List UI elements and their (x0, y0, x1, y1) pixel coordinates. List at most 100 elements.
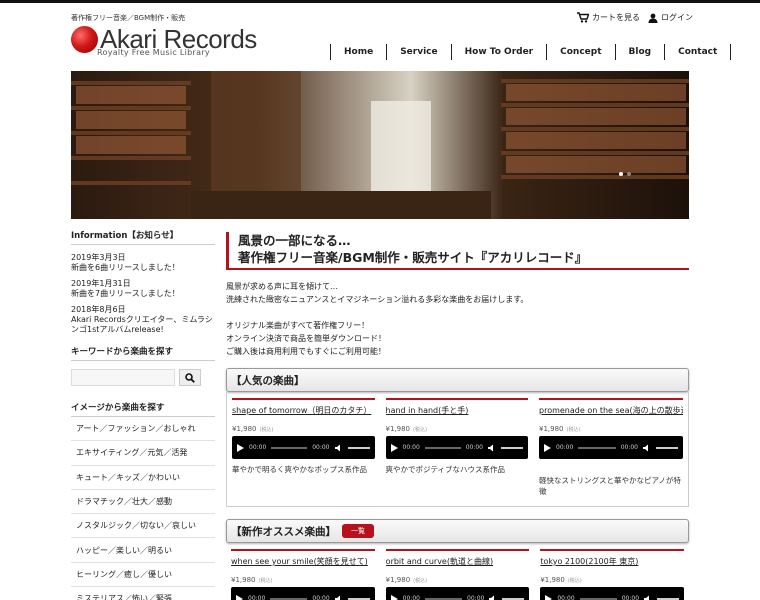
volume-icon[interactable] (489, 595, 497, 600)
news-item[interactable]: 2019年1月31日 新曲を7曲リリースしました！ (71, 279, 215, 299)
play-icon[interactable] (236, 594, 243, 600)
song-card: orbit and curve(軌道と曲線) ¥1,980 (税込) 00:00 … (385, 549, 530, 600)
view-all-button[interactable]: 一覧 (342, 524, 374, 538)
volume-icon[interactable] (334, 595, 343, 600)
category-mysterious[interactable]: ミステリアス／怖い／緊張 (71, 587, 215, 600)
current-time: 00:00 (557, 595, 575, 600)
song-card: hand in hand(手と手) ¥1,980 (税込) 00:00 00:00… (385, 398, 529, 497)
volume-slider[interactable] (657, 597, 680, 600)
category-nostalgic[interactable]: ノスタルジック／切ない／哀しい (71, 514, 215, 539)
song-price: ¥1,980 (税込) (231, 576, 273, 584)
news-item[interactable]: 2019年3月3日 新曲を6曲リリースしました！ (71, 253, 215, 273)
audio-player[interactable]: 00:00 00:00 (385, 436, 528, 459)
audio-player[interactable]: 00:00 00:00 (232, 436, 375, 459)
audio-player[interactable]: 00:00 00:00 (540, 587, 685, 600)
category-exciting[interactable]: エキサイティング／元気／活発 (71, 441, 215, 466)
nav-how-to-order[interactable]: How To Order (450, 44, 547, 60)
news-text: Akari Recordsクリエイター、ミムラシンゴ1stアルバムrelease… (71, 315, 213, 334)
category-art[interactable]: アート／ファッション／おしゃれ (71, 417, 215, 442)
play-icon[interactable] (545, 594, 553, 600)
seek-bar[interactable] (579, 597, 617, 600)
duration: 00:00 (312, 444, 330, 451)
song-card: when see your smile(笑顔を見せて) ¥1,980 (税込) 0… (231, 549, 375, 600)
category-dramatic[interactable]: ドラマチック／壮大／感動 (71, 490, 215, 515)
category-happy[interactable]: ハッピー／楽しい／明るい (71, 538, 215, 563)
current-time: 00:00 (556, 444, 574, 451)
play-icon[interactable] (544, 443, 551, 452)
news-text: 新曲を7曲リリースしました！ (71, 289, 180, 298)
play-icon[interactable] (390, 594, 398, 600)
nav-concept[interactable]: Concept (546, 44, 614, 60)
title-line-1: 風景の一部になる… (238, 233, 351, 248)
search-icon (185, 372, 195, 383)
user-icon (648, 13, 658, 23)
news-date: 2018年8月6日 (71, 305, 126, 314)
song-title[interactable]: shape of tomorrow（明日のカタチ） (232, 405, 375, 419)
song-price: ¥1,980 (税込) (232, 425, 274, 433)
volume-icon[interactable] (488, 444, 496, 452)
song-price: ¥1,980 (税込) (540, 576, 582, 584)
sidebar: Information【お知らせ】 2019年3月3日 新曲を6曲リリースしまし… (71, 229, 215, 600)
news-text: 新曲を6曲リリースしました！ (71, 263, 180, 272)
intro-text: 風景が求める声に耳を傾けて… 洗練された緻密なニュアンスとイマジネーション溢れる… (226, 280, 689, 358)
new-header: 【新作オススメ楽曲】 一覧 (226, 519, 689, 543)
main-nav: Home Service How To Order Concept Blog C… (330, 44, 732, 60)
song-description: 華やかで明るく爽やかなポップス系作品 (232, 465, 367, 474)
cart-link[interactable]: カートを見る (577, 12, 640, 23)
seek-bar[interactable] (271, 446, 308, 449)
page-title: 風景の一部になる… 著作権フリー音楽/BGM制作・販売サイト『アカリレコード』 (226, 232, 689, 270)
search-button[interactable] (179, 369, 201, 386)
seek-bar[interactable] (424, 597, 463, 600)
logo-mark (71, 26, 98, 53)
song-title[interactable]: hand in hand(手と手) (386, 405, 529, 419)
logo-subtitle: Royalty Free Music Library (97, 48, 210, 57)
category-cute[interactable]: キュート／キッズ／かわいい (71, 466, 215, 490)
volume-icon[interactable] (334, 444, 343, 452)
volume-icon[interactable] (643, 444, 651, 452)
top-bar (0, 0, 760, 3)
audio-player[interactable]: 00:00 00:00 (539, 436, 683, 459)
site-tagline: 著作権フリー音楽／BGM制作・販売 (71, 14, 186, 22)
volume-slider[interactable] (347, 446, 370, 449)
popular-header: 【人気の楽曲】 (226, 368, 689, 392)
song-title[interactable]: tokyo 2100(2100年 東京) (540, 556, 684, 570)
search-form (71, 369, 215, 386)
login-link[interactable]: ログイン (648, 12, 693, 23)
category-healing[interactable]: ヒーリング／癒し／優しい (71, 563, 215, 588)
search-title: キーワードから楽曲を探す (71, 345, 215, 361)
nav-service[interactable]: Service (386, 44, 450, 60)
song-title[interactable]: orbit and curve(軌道と曲線) (386, 556, 530, 570)
nav-blog[interactable]: Blog (614, 44, 665, 60)
song-card: tokyo 2100(2100年 東京) ¥1,980 (税込) 00:00 00… (540, 549, 685, 600)
card-accent (385, 398, 528, 400)
volume-slider[interactable] (501, 446, 523, 449)
nav-home[interactable]: Home (330, 44, 386, 60)
song-title[interactable]: promenade on the sea(海の上の散歩道) (539, 405, 683, 419)
song-card: shape of tomorrow（明日のカタチ） ¥1,980 (税込) 00:… (232, 398, 375, 497)
seek-bar[interactable] (578, 446, 616, 449)
current-time: 00:00 (402, 595, 420, 600)
volume-slider[interactable] (347, 597, 370, 600)
duration: 00:00 (465, 444, 483, 451)
card-accent (385, 549, 530, 551)
play-icon[interactable] (390, 443, 398, 452)
news-date: 2019年3月3日 (71, 253, 126, 262)
audio-player[interactable]: 00:00 00:00 (231, 587, 375, 600)
card-accent (231, 549, 375, 551)
seek-bar[interactable] (424, 446, 461, 449)
song-description: 軽快なストリングスと華やかなピアノが特徴 (539, 476, 681, 496)
song-title[interactable]: when see your smile(笑顔を見せて) (231, 556, 375, 570)
play-icon[interactable] (237, 443, 244, 452)
volume-icon[interactable] (644, 595, 652, 600)
volume-slider[interactable] (502, 597, 525, 600)
main-content: 風景の一部になる… 著作権フリー音楽/BGM制作・販売サイト『アカリレコード』 … (226, 232, 689, 600)
duration: 00:00 (621, 595, 640, 600)
audio-player[interactable]: 00:00 00:00 (385, 587, 530, 600)
nav-contact[interactable]: Contact (664, 44, 732, 60)
cart-label: カートを見る (592, 13, 640, 22)
song-description: 爽やかでポジティブなハウス系作品 (385, 465, 506, 474)
search-input[interactable] (71, 369, 175, 386)
volume-slider[interactable] (656, 446, 678, 449)
seek-bar[interactable] (270, 597, 308, 600)
news-item[interactable]: 2018年8月6日 Akari Recordsクリエイター、ミムラシンゴ1stア… (71, 305, 215, 335)
